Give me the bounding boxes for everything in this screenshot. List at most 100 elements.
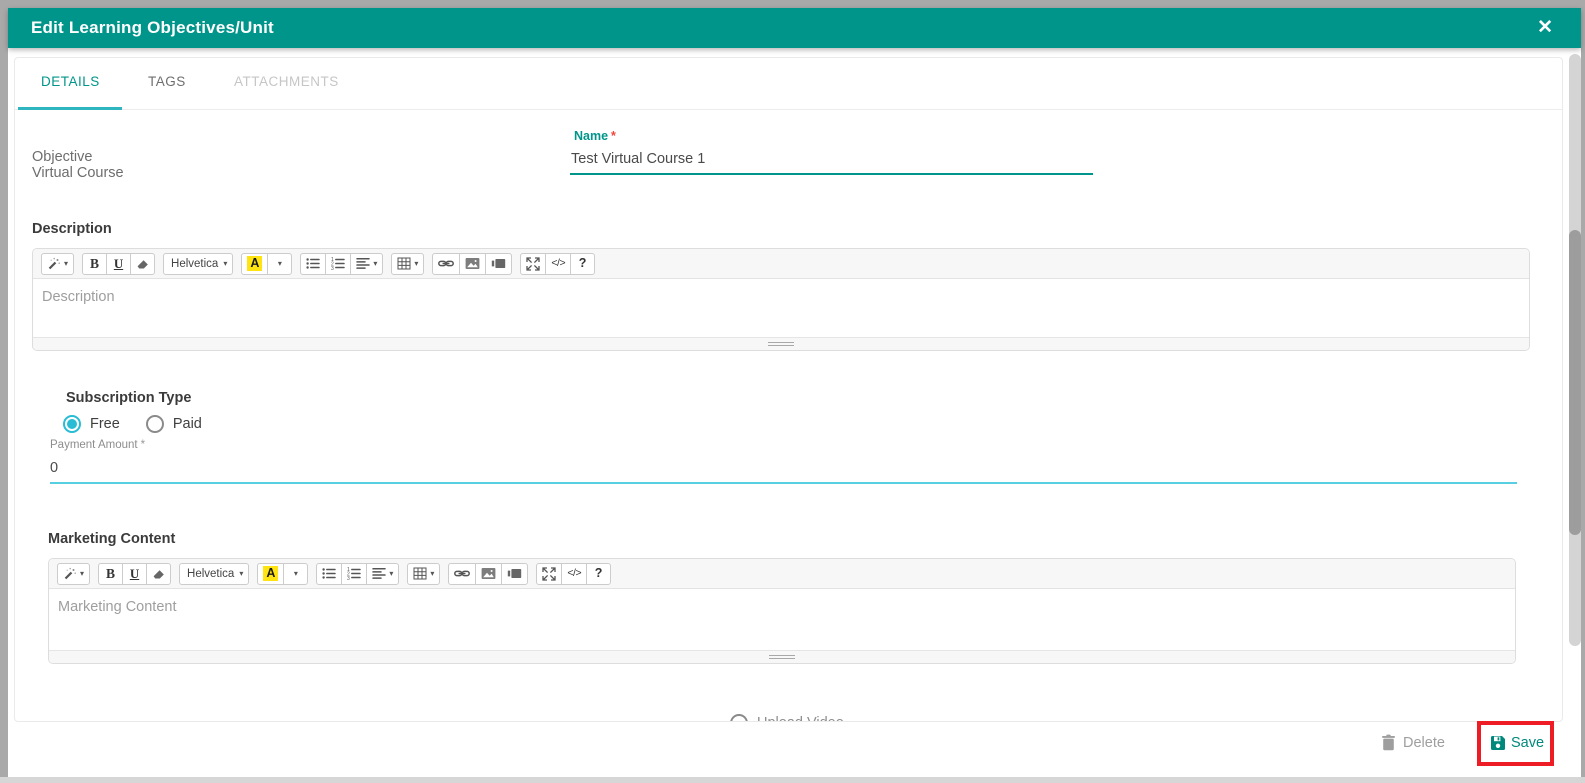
radio-upload-video-label: Upload Video — [757, 715, 844, 721]
tab-details[interactable]: DETAILS — [41, 74, 100, 89]
eraser-button[interactable] — [130, 252, 156, 275]
name-input[interactable]: Test Virtual Course 1 — [571, 151, 705, 167]
fullscreen-button[interactable] — [536, 562, 563, 585]
fullscreen-icon — [542, 566, 557, 581]
fullscreen-button[interactable] — [520, 252, 547, 275]
magic-wand-button[interactable]: ▾ — [41, 252, 75, 275]
delete-button-label: Delete — [1403, 734, 1445, 751]
paragraph-align-icon — [372, 567, 387, 580]
magic-wand-icon — [47, 257, 61, 271]
radio-button-icon — [63, 415, 81, 433]
tab-bar: DETAILS TAGS ATTACHMENTS — [15, 58, 1562, 110]
save-button[interactable]: Save — [1490, 735, 1544, 751]
chevron-down-icon: ▾ — [239, 568, 244, 578]
code-view-button[interactable]: </> — [561, 562, 588, 585]
eraser-button[interactable] — [146, 562, 172, 585]
code-view-icon: </> — [567, 567, 582, 580]
objective-line2: Virtual Course — [32, 164, 124, 181]
marketing-content-heading: Marketing Content — [48, 531, 176, 547]
font-name-button[interactable]: Helvetica ▾ — [179, 562, 250, 585]
payment-amount-label: Payment Amount * — [50, 439, 146, 451]
toolbar-button-group: A ▾ — [257, 562, 309, 585]
help-button[interactable]: ? — [570, 252, 596, 275]
description-editor-toolbar: ▾ B U Helvetica ▾ A ▾ 1 2 3 ▾ ▾ </>? — [33, 249, 1529, 279]
chevron-down-icon: ▾ — [373, 258, 378, 268]
eraser-icon — [152, 568, 165, 580]
resize-grip-icon — [768, 342, 794, 346]
font-color-button[interactable]: A — [241, 252, 269, 275]
toolbar-button-group: A ▾ — [241, 252, 293, 275]
chevron-down-icon: ▾ — [430, 568, 435, 578]
svg-text:3: 3 — [331, 266, 334, 270]
table-icon — [413, 567, 427, 580]
marketing-editor-body[interactable]: Marketing Content — [49, 589, 1515, 650]
svg-text:3: 3 — [347, 576, 350, 580]
caret-only-button[interactable]: ▾ — [283, 562, 309, 585]
ordered-list-button[interactable]: 123 — [341, 562, 368, 585]
active-tab-indicator — [18, 107, 122, 110]
code-view-button[interactable]: </> — [545, 252, 572, 275]
description-heading: Description — [32, 221, 112, 237]
video-icon — [491, 257, 506, 270]
bold-icon: B — [106, 565, 116, 581]
link-button[interactable] — [448, 562, 477, 585]
paragraph-align-button[interactable]: ▾ — [366, 562, 400, 585]
font-name-value: Helvetica — [187, 567, 235, 580]
magic-wand-button[interactable]: ▾ — [57, 562, 91, 585]
bold-button[interactable]: B — [82, 252, 108, 275]
subscription-type-heading: Subscription Type — [66, 390, 192, 406]
underline-button[interactable]: U — [106, 252, 132, 275]
unordered-list-button[interactable] — [300, 252, 327, 275]
picture-button[interactable] — [475, 562, 503, 585]
unordered-list-button[interactable] — [316, 562, 343, 585]
video-button[interactable] — [485, 252, 513, 275]
help-icon: ? — [594, 566, 603, 581]
description-editor-body[interactable]: Description — [33, 279, 1529, 337]
chevron-down-icon: ▾ — [277, 258, 282, 268]
font-name-button[interactable]: Helvetica ▾ — [163, 252, 234, 275]
underline-button[interactable]: U — [122, 562, 148, 585]
marketing-placeholder: Marketing Content — [58, 599, 177, 615]
font-color-button[interactable]: A — [257, 562, 285, 585]
toolbar-button-group: Helvetica ▾ — [163, 252, 234, 275]
scrollbar-thumb[interactable] — [1569, 230, 1581, 535]
chevron-down-icon: ▾ — [223, 258, 228, 268]
help-button[interactable]: ? — [586, 562, 612, 585]
radio-free-label: Free — [90, 416, 120, 432]
table-button[interactable]: ▾ — [407, 562, 441, 585]
picture-button[interactable] — [459, 252, 487, 275]
magic-wand-icon — [63, 567, 77, 581]
paragraph-align-button[interactable]: ▾ — [350, 252, 384, 275]
save-button-label: Save — [1511, 735, 1545, 751]
description-resize-handle[interactable] — [33, 337, 1529, 350]
link-icon — [438, 257, 455, 270]
chevron-down-icon: ▾ — [293, 568, 298, 578]
ordered-list-button[interactable]: 123 — [325, 252, 352, 275]
toolbar-button-group: </>? — [536, 562, 612, 585]
chevron-down-icon: ▾ — [389, 568, 394, 578]
close-icon[interactable]: ✕ — [1537, 17, 1553, 39]
tab-tags[interactable]: TAGS — [148, 74, 186, 89]
bold-button[interactable]: B — [98, 562, 124, 585]
caret-only-button[interactable]: ▾ — [267, 252, 293, 275]
help-icon: ? — [578, 256, 587, 271]
radio-free[interactable]: Free — [63, 415, 120, 433]
table-button[interactable]: ▾ — [391, 252, 425, 275]
link-button[interactable] — [432, 252, 461, 275]
objective-type-label: Objective Virtual Course — [32, 149, 124, 181]
delete-button[interactable]: Delete — [1381, 734, 1445, 751]
toolbar-button-group: BU — [98, 562, 172, 585]
tab-attachments: ATTACHMENTS — [234, 74, 339, 89]
radio-paid[interactable]: Paid — [145, 415, 202, 433]
video-button[interactable] — [501, 562, 529, 585]
toolbar-button-group: </>? — [520, 252, 596, 275]
marketing-editor: ▾ B U Helvetica ▾ A ▾ 1 2 3 ▾ ▾ </>? Marketing Conte… — [48, 558, 1516, 664]
toolbar-button-group: ▾ — [41, 252, 75, 275]
screen-bottom-edge — [0, 777, 1585, 783]
dialog-content-card: DETAILS TAGS ATTACHMENTS Objective Virtu… — [14, 57, 1563, 722]
radio-upload-video-clipped[interactable]: Upload Video — [730, 714, 844, 721]
radio-paid-label: Paid — [172, 416, 202, 432]
chevron-down-icon: ▾ — [80, 568, 85, 578]
marketing-resize-handle[interactable] — [49, 650, 1515, 663]
payment-amount-input[interactable]: 0 — [50, 460, 58, 476]
